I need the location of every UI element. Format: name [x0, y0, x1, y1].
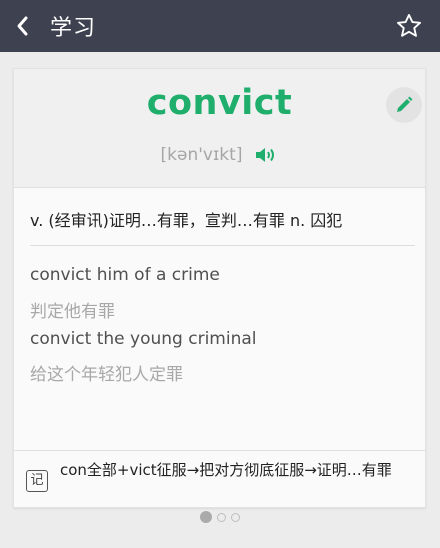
- pronounce-button[interactable]: [254, 145, 278, 165]
- page-dot[interactable]: [217, 512, 226, 522]
- example-english: convict him of a crime: [30, 265, 220, 285]
- mnemonic-text: con全部+vict征服→把对方彻底征服→证明…有罪: [60, 461, 392, 479]
- edit-button[interactable]: [386, 87, 422, 123]
- page-dot[interactable]: [200, 511, 212, 523]
- page-title: 学习: [50, 16, 97, 41]
- example-chinese: 给这个年轻犯人定罪: [30, 365, 183, 385]
- top-bar: 学习: [0, 0, 440, 52]
- word-title: convict: [146, 83, 293, 123]
- chevron-left-icon: [17, 16, 28, 36]
- pencil-icon: [397, 96, 413, 112]
- word-card: convict [kən'vɪkt] v. (经审讯)证明…有罪，宣判…有罪 n…: [13, 68, 426, 508]
- mnemonic-icon: 记: [26, 470, 48, 492]
- divider: [14, 450, 425, 451]
- phonetic-text: [kən'vɪkt]: [160, 145, 243, 165]
- star-outline-icon: [396, 13, 422, 37]
- example-english: convict the young criminal: [30, 329, 257, 349]
- speaker-icon: [256, 148, 275, 162]
- favorite-button[interactable]: [392, 9, 426, 43]
- page-indicator: [0, 510, 440, 524]
- example-chinese: 判定他有罪: [30, 302, 115, 322]
- divider: [30, 245, 415, 246]
- word-header: convict [kən'vɪkt]: [14, 69, 425, 188]
- page-dot[interactable]: [231, 512, 240, 522]
- phonetic-row: [kən'vɪkt]: [14, 145, 425, 165]
- definition-text: v. (经审讯)证明…有罪，宣判…有罪 n. 囚犯: [30, 211, 343, 230]
- back-button[interactable]: [0, 0, 44, 52]
